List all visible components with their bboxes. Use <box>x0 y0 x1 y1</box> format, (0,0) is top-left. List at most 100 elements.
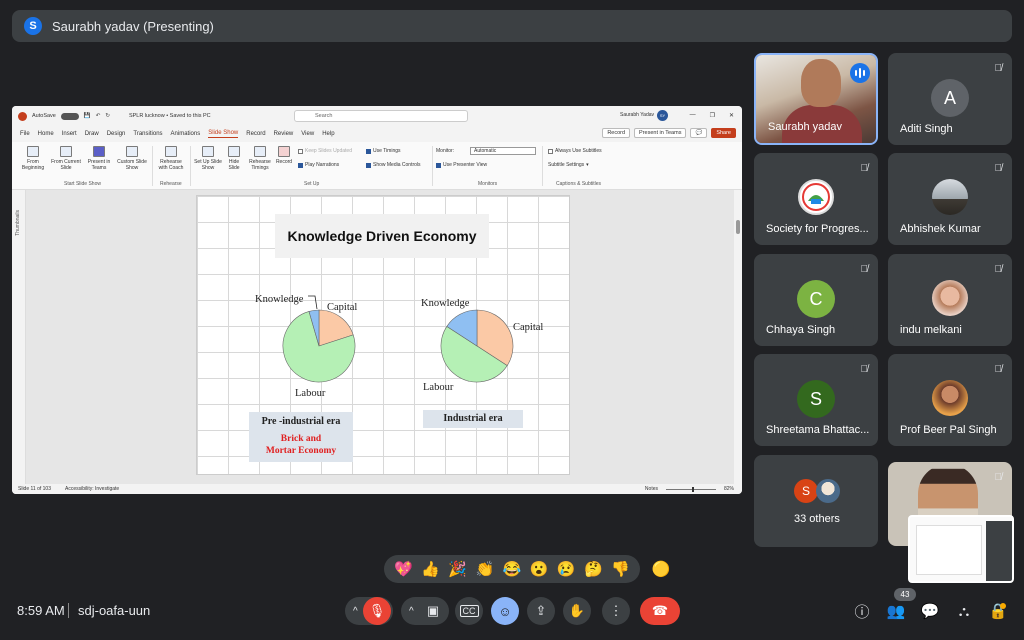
participant-tile-aditi[interactable]: 🎙̸ A Aditi Singh <box>888 53 1012 145</box>
coach-icon <box>165 146 177 157</box>
host-controls-button[interactable]: 🔒 <box>988 601 1008 621</box>
reaction-heart[interactable]: 💖 <box>394 560 413 578</box>
presentation-pip-preview[interactable] <box>908 515 1014 583</box>
menu-slide-show: Slide Show <box>208 130 239 138</box>
close-icon: ✕ <box>728 113 734 119</box>
society-logo <box>798 179 834 215</box>
present-teams-ribbon-button: Present in Teams <box>86 146 112 171</box>
powerpoint-logo-icon <box>18 111 27 121</box>
shapes-icon: ⛬ <box>958 602 970 620</box>
reaction-laugh[interactable]: 😂 <box>503 560 522 578</box>
presenter-view-label: Use Presenter View <box>443 162 488 168</box>
mic-toggle-button[interactable]: 🎙 <box>363 597 391 625</box>
participant-tile-saurabh[interactable]: Saurabh yadav <box>754 53 878 145</box>
participant-name: Saurabh yadav <box>768 121 842 133</box>
reaction-party[interactable]: 🎉 <box>448 560 467 578</box>
mic-off-icon: 🎙̸ <box>994 63 1003 74</box>
timings-icon <box>254 146 266 157</box>
monitor-label: Monitor: <box>436 148 455 154</box>
more-options-button[interactable]: ⋮ <box>602 597 630 625</box>
meeting-code: sdj-oafa-uun <box>78 603 151 618</box>
mic-off-icon: 🎙̸ <box>994 163 1003 174</box>
ppt-share-button: Share <box>711 128 736 138</box>
reaction-skin-tone[interactable]: 🟡 <box>650 558 672 580</box>
raise-hand-button[interactable]: ✋ <box>563 597 591 625</box>
present-button[interactable]: ⇪ <box>527 597 555 625</box>
reactions-button[interactable]: ☺ <box>491 597 519 625</box>
hide-slide-label: Hide Slide <box>228 159 240 171</box>
participant-name: Prof Beer Pal Singh <box>900 424 997 436</box>
pip-participants <box>986 521 1012 581</box>
meeting-details-button[interactable]: ⓘ <box>852 601 872 621</box>
set-up-button: Set Up Slide Show <box>194 146 222 171</box>
autosave-toggle <box>60 112 79 120</box>
reaction-thinking[interactable]: 🤔 <box>584 560 603 578</box>
info-icon: ⓘ <box>854 603 870 621</box>
show-media-check: Show Media Controls <box>366 162 421 168</box>
set-up-label: Set Up Slide Show <box>194 159 222 171</box>
presenting-banner[interactable]: S Saurabh yadav (Presenting) <box>12 10 1012 42</box>
pie-chart-industrial <box>440 309 514 383</box>
participant-tile-beer-pal[interactable]: 🎙̸ Prof Beer Pal Singh <box>888 354 1012 446</box>
ppt-present-teams-button: Present in Teams <box>634 128 687 138</box>
captions-icon: CC <box>459 605 479 617</box>
activities-button[interactable]: ⛬ <box>954 601 974 621</box>
pie2-label-knowledge: Knowledge <box>421 298 470 309</box>
mic-off-icon: 🎙̸ <box>860 264 869 275</box>
captions-button[interactable]: CC <box>455 597 483 625</box>
mic-off-icon: 🎙̸ <box>994 472 1003 483</box>
mic-off-icon: 🎙̸ <box>860 364 869 375</box>
participant-tile-society[interactable]: 🎙̸ Society for Progres... <box>754 153 878 245</box>
participant-name: Shreetama Bhattac... <box>766 424 870 436</box>
from-beginning-button: From Beginning <box>18 146 48 171</box>
participant-tile-shreetama[interactable]: 🎙̸ S Shreetama Bhattac... <box>754 354 878 446</box>
slideshow-icon <box>27 146 39 157</box>
thumbnails-pane: Thumbnails <box>12 190 26 484</box>
avatar: C <box>797 280 835 318</box>
leave-call-button[interactable]: ☎ <box>640 597 680 625</box>
pie1-leader-line <box>308 295 318 310</box>
participant-tile-indu[interactable]: 🎙̸ indu melkani <box>888 254 1012 346</box>
window-controls: — ❐ ✕ <box>690 112 734 119</box>
reaction-thumbs-up[interactable]: 👍 <box>421 560 440 578</box>
logo-icon <box>802 183 830 211</box>
zoom-level: 82% <box>723 486 734 492</box>
presenter-view-check: Use Presenter View <box>436 162 487 168</box>
record-icon <box>278 146 290 157</box>
ppt-comments-icon: 💬 <box>690 128 708 138</box>
chat-button[interactable]: 💬 <box>920 601 940 621</box>
menu-record: Record <box>246 131 266 137</box>
participant-name: Abhishek Kumar <box>900 223 981 235</box>
menu-review: Review <box>273 131 294 137</box>
pre-industrial-box: Pre -industrial era Brick and Mortar Eco… <box>249 412 353 462</box>
use-timings-label: Use Timings <box>373 148 401 154</box>
participant-name: Aditi Singh <box>900 123 953 135</box>
teams-icon <box>93 146 105 157</box>
keep-updated-check: Keep Slides Updated <box>298 148 352 154</box>
reaction-clap[interactable]: 👏 <box>476 560 495 578</box>
participant-tile-others[interactable]: S 33 others <box>754 455 878 547</box>
ppt-ribbon: From Beginning From Current Slide Presen… <box>12 142 742 190</box>
pie1-label-labour: Labour <box>295 388 326 399</box>
slide-title-box: Knowledge Driven Economy <box>275 214 489 258</box>
camera-toggle-button[interactable]: ▣ <box>419 597 447 625</box>
avatar: S <box>794 479 818 503</box>
hide-slide-icon <box>228 146 240 157</box>
pie-chart-pre-industrial <box>282 309 356 383</box>
play-narrations-label: Play Narrations <box>305 162 340 168</box>
reaction-sad[interactable]: 😢 <box>557 560 576 578</box>
reaction-surprised[interactable]: 😮 <box>530 560 549 578</box>
participant-tile-abhishek[interactable]: 🎙̸ Abhishek Kumar <box>888 153 1012 245</box>
rehearse-coach-label: Rehearse with Coach <box>158 159 184 171</box>
presenting-text: Saurabh yadav (Presenting) <box>52 18 214 34</box>
participant-tile-chhaya[interactable]: 🎙̸ C Chhaya Singh <box>754 254 878 346</box>
participant-count-badge: 43 <box>894 588 916 601</box>
mic-off-icon: 🎙 <box>368 603 386 618</box>
autosave-label: AutoSave <box>32 113 56 119</box>
notes-button: Notes <box>644 486 658 492</box>
people-button[interactable]: 👥 <box>886 601 906 621</box>
minimize-icon: — <box>689 112 696 118</box>
ppt-scrollbar <box>734 190 742 484</box>
reaction-thumbs-down[interactable]: 👎 <box>611 560 630 578</box>
menu-insert: Insert <box>61 131 77 137</box>
